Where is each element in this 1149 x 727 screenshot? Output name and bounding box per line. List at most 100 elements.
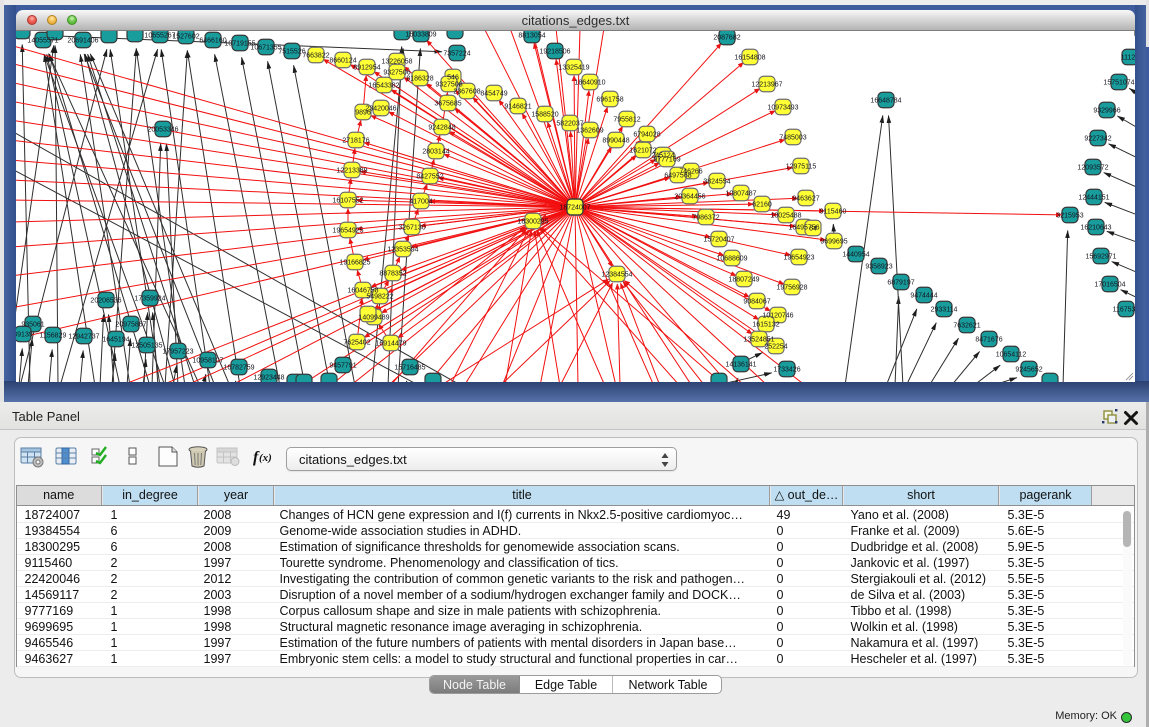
svg-text:1615132: 1615132 — [752, 322, 779, 329]
svg-text:19654925: 19654925 — [332, 228, 363, 235]
svg-text:2367608: 2367608 — [453, 89, 480, 96]
svg-text:12505135: 12505135 — [131, 343, 162, 350]
svg-text:14136141: 14136141 — [725, 362, 756, 369]
svg-text:16782759: 16782759 — [223, 365, 254, 372]
svg-text:39139: 39139 — [16, 332, 33, 339]
svg-text:2803144: 2803144 — [422, 149, 449, 156]
svg-text:9699695: 9699695 — [820, 239, 847, 246]
svg-text:13226058: 13226058 — [381, 59, 412, 66]
svg-text:15692971: 15692971 — [1085, 254, 1116, 261]
svg-text:10654112: 10654112 — [996, 352, 1027, 359]
svg-text:15720407: 15720407 — [703, 237, 734, 244]
svg-text:10120746: 10120746 — [762, 313, 793, 320]
svg-text:3267130: 3267130 — [398, 225, 425, 232]
svg-text:62160: 62160 — [752, 202, 772, 209]
svg-text:15751074: 15751074 — [1103, 80, 1134, 87]
svg-text:6794028: 6794028 — [633, 132, 660, 139]
svg-text:1645194: 1645194 — [102, 337, 129, 344]
svg-text:8660124: 8660124 — [329, 58, 356, 65]
svg-text:7955812: 7955812 — [613, 117, 640, 124]
svg-text:3675685: 3675685 — [434, 101, 461, 108]
svg-text:10688609: 10688609 — [716, 256, 747, 263]
svg-text:1167534: 1167534 — [1113, 307, 1135, 314]
svg-text:6879197: 6879197 — [887, 280, 914, 287]
svg-text:11123: 11123 — [1121, 55, 1135, 62]
svg-text:10655267: 10655267 — [144, 33, 175, 40]
svg-text:3824554: 3824554 — [703, 179, 730, 186]
svg-text:17957223: 17957223 — [162, 349, 193, 356]
svg-text:9245652: 9245652 — [1015, 367, 1042, 374]
svg-text:19756928: 19756928 — [776, 285, 807, 292]
svg-text:9242848: 9242848 — [428, 125, 455, 132]
svg-text:5498222: 5498222 — [366, 294, 393, 301]
svg-text:19218506: 19218506 — [539, 49, 570, 56]
svg-text:6466160: 6466160 — [199, 38, 226, 45]
svg-text:10025488: 10025488 — [770, 213, 801, 220]
svg-text:3215953: 3215953 — [1056, 213, 1083, 220]
svg-text:10671355: 10671355 — [250, 45, 281, 52]
svg-text:7632621: 7632621 — [953, 323, 980, 330]
svg-text:12213967: 12213967 — [751, 82, 782, 89]
svg-text:8878352: 8878352 — [379, 271, 406, 278]
svg-text:13524851: 13524851 — [743, 337, 774, 344]
svg-text:8427552: 8427552 — [416, 174, 443, 181]
svg-text:417004: 417004 — [409, 199, 432, 206]
svg-text:20691406: 20691406 — [67, 38, 98, 45]
svg-text:9457791: 9457791 — [329, 363, 356, 370]
svg-text:10958107: 10958107 — [192, 358, 223, 365]
svg-text:2087682: 2087682 — [713, 35, 740, 42]
svg-text:12444151: 12444151 — [1078, 195, 1109, 202]
svg-text:252254: 252254 — [764, 344, 787, 351]
svg-text:2718176: 2718176 — [342, 138, 369, 145]
svg-text:(x): (x) — [259, 452, 272, 464]
svg-text:16914479: 16914479 — [375, 341, 406, 348]
svg-text:1440954: 1440954 — [842, 252, 869, 259]
svg-text:23420046: 23420046 — [365, 106, 396, 113]
svg-text:546: 546 — [447, 75, 459, 82]
svg-text:18300295: 18300295 — [517, 219, 548, 226]
svg-text:16543382: 16543382 — [368, 83, 399, 90]
svg-text:12213389: 12213389 — [336, 168, 367, 175]
svg-text:20206536: 20206536 — [90, 298, 121, 305]
svg-text:9777169: 9777169 — [653, 157, 680, 164]
svg-text:8912954: 8912954 — [353, 65, 380, 72]
svg-text:8454749: 8454749 — [480, 91, 507, 98]
svg-text:8471676: 8471676 — [975, 337, 1002, 344]
svg-text:10807487: 10807487 — [725, 191, 756, 198]
svg-text:2933114: 2933114 — [931, 307, 958, 314]
svg-text:18724007: 18724007 — [559, 205, 590, 212]
svg-text:9084067: 9084067 — [743, 299, 770, 306]
svg-text:20053346: 20053346 — [147, 127, 178, 134]
svg-text:18807249: 18807249 — [728, 277, 759, 284]
svg-text:8990448: 8990448 — [602, 138, 629, 145]
svg-text:9115460: 9115460 — [820, 209, 847, 216]
svg-text:19654923: 19654923 — [783, 255, 814, 262]
svg-text:6497568: 6497568 — [664, 173, 691, 180]
svg-text:16648784: 16648784 — [870, 98, 901, 105]
svg-text:9327508: 9327508 — [435, 82, 462, 89]
svg-text:9463627: 9463627 — [792, 196, 819, 203]
svg-text:16210643: 16210643 — [1080, 225, 1111, 232]
svg-text:12942737: 12942737 — [68, 334, 99, 341]
svg-text:9474444: 9474444 — [910, 293, 937, 300]
svg-text:16107552: 16107552 — [332, 198, 363, 205]
svg-text:12353594: 12353594 — [387, 247, 418, 254]
svg-text:1362609: 1362609 — [576, 128, 603, 135]
svg-text:7986372: 7986372 — [692, 215, 719, 222]
svg-text:8186328: 8186328 — [406, 76, 433, 83]
svg-text:8813054: 8813054 — [518, 33, 545, 40]
svg-text:17359924: 17359924 — [134, 296, 165, 303]
svg-text:7625402: 7625402 — [343, 340, 370, 347]
svg-text:13325419: 13325419 — [558, 65, 589, 72]
svg-text:7485003: 7485003 — [779, 135, 806, 142]
svg-text:12923448: 12923448 — [253, 375, 284, 382]
svg-text:935061: 935061 — [21, 322, 44, 329]
svg-text:9146821: 9146821 — [504, 104, 531, 111]
svg-text:20364456: 20364456 — [674, 194, 705, 201]
svg-text:64: 64 — [809, 226, 817, 233]
svg-text:20975867: 20975867 — [115, 322, 146, 329]
svg-text:12093572: 12093572 — [1077, 165, 1108, 172]
svg-text:1527602: 1527602 — [172, 34, 199, 41]
svg-text:9227342: 9227342 — [1084, 136, 1111, 143]
svg-text:14099489: 14099489 — [358, 315, 389, 322]
